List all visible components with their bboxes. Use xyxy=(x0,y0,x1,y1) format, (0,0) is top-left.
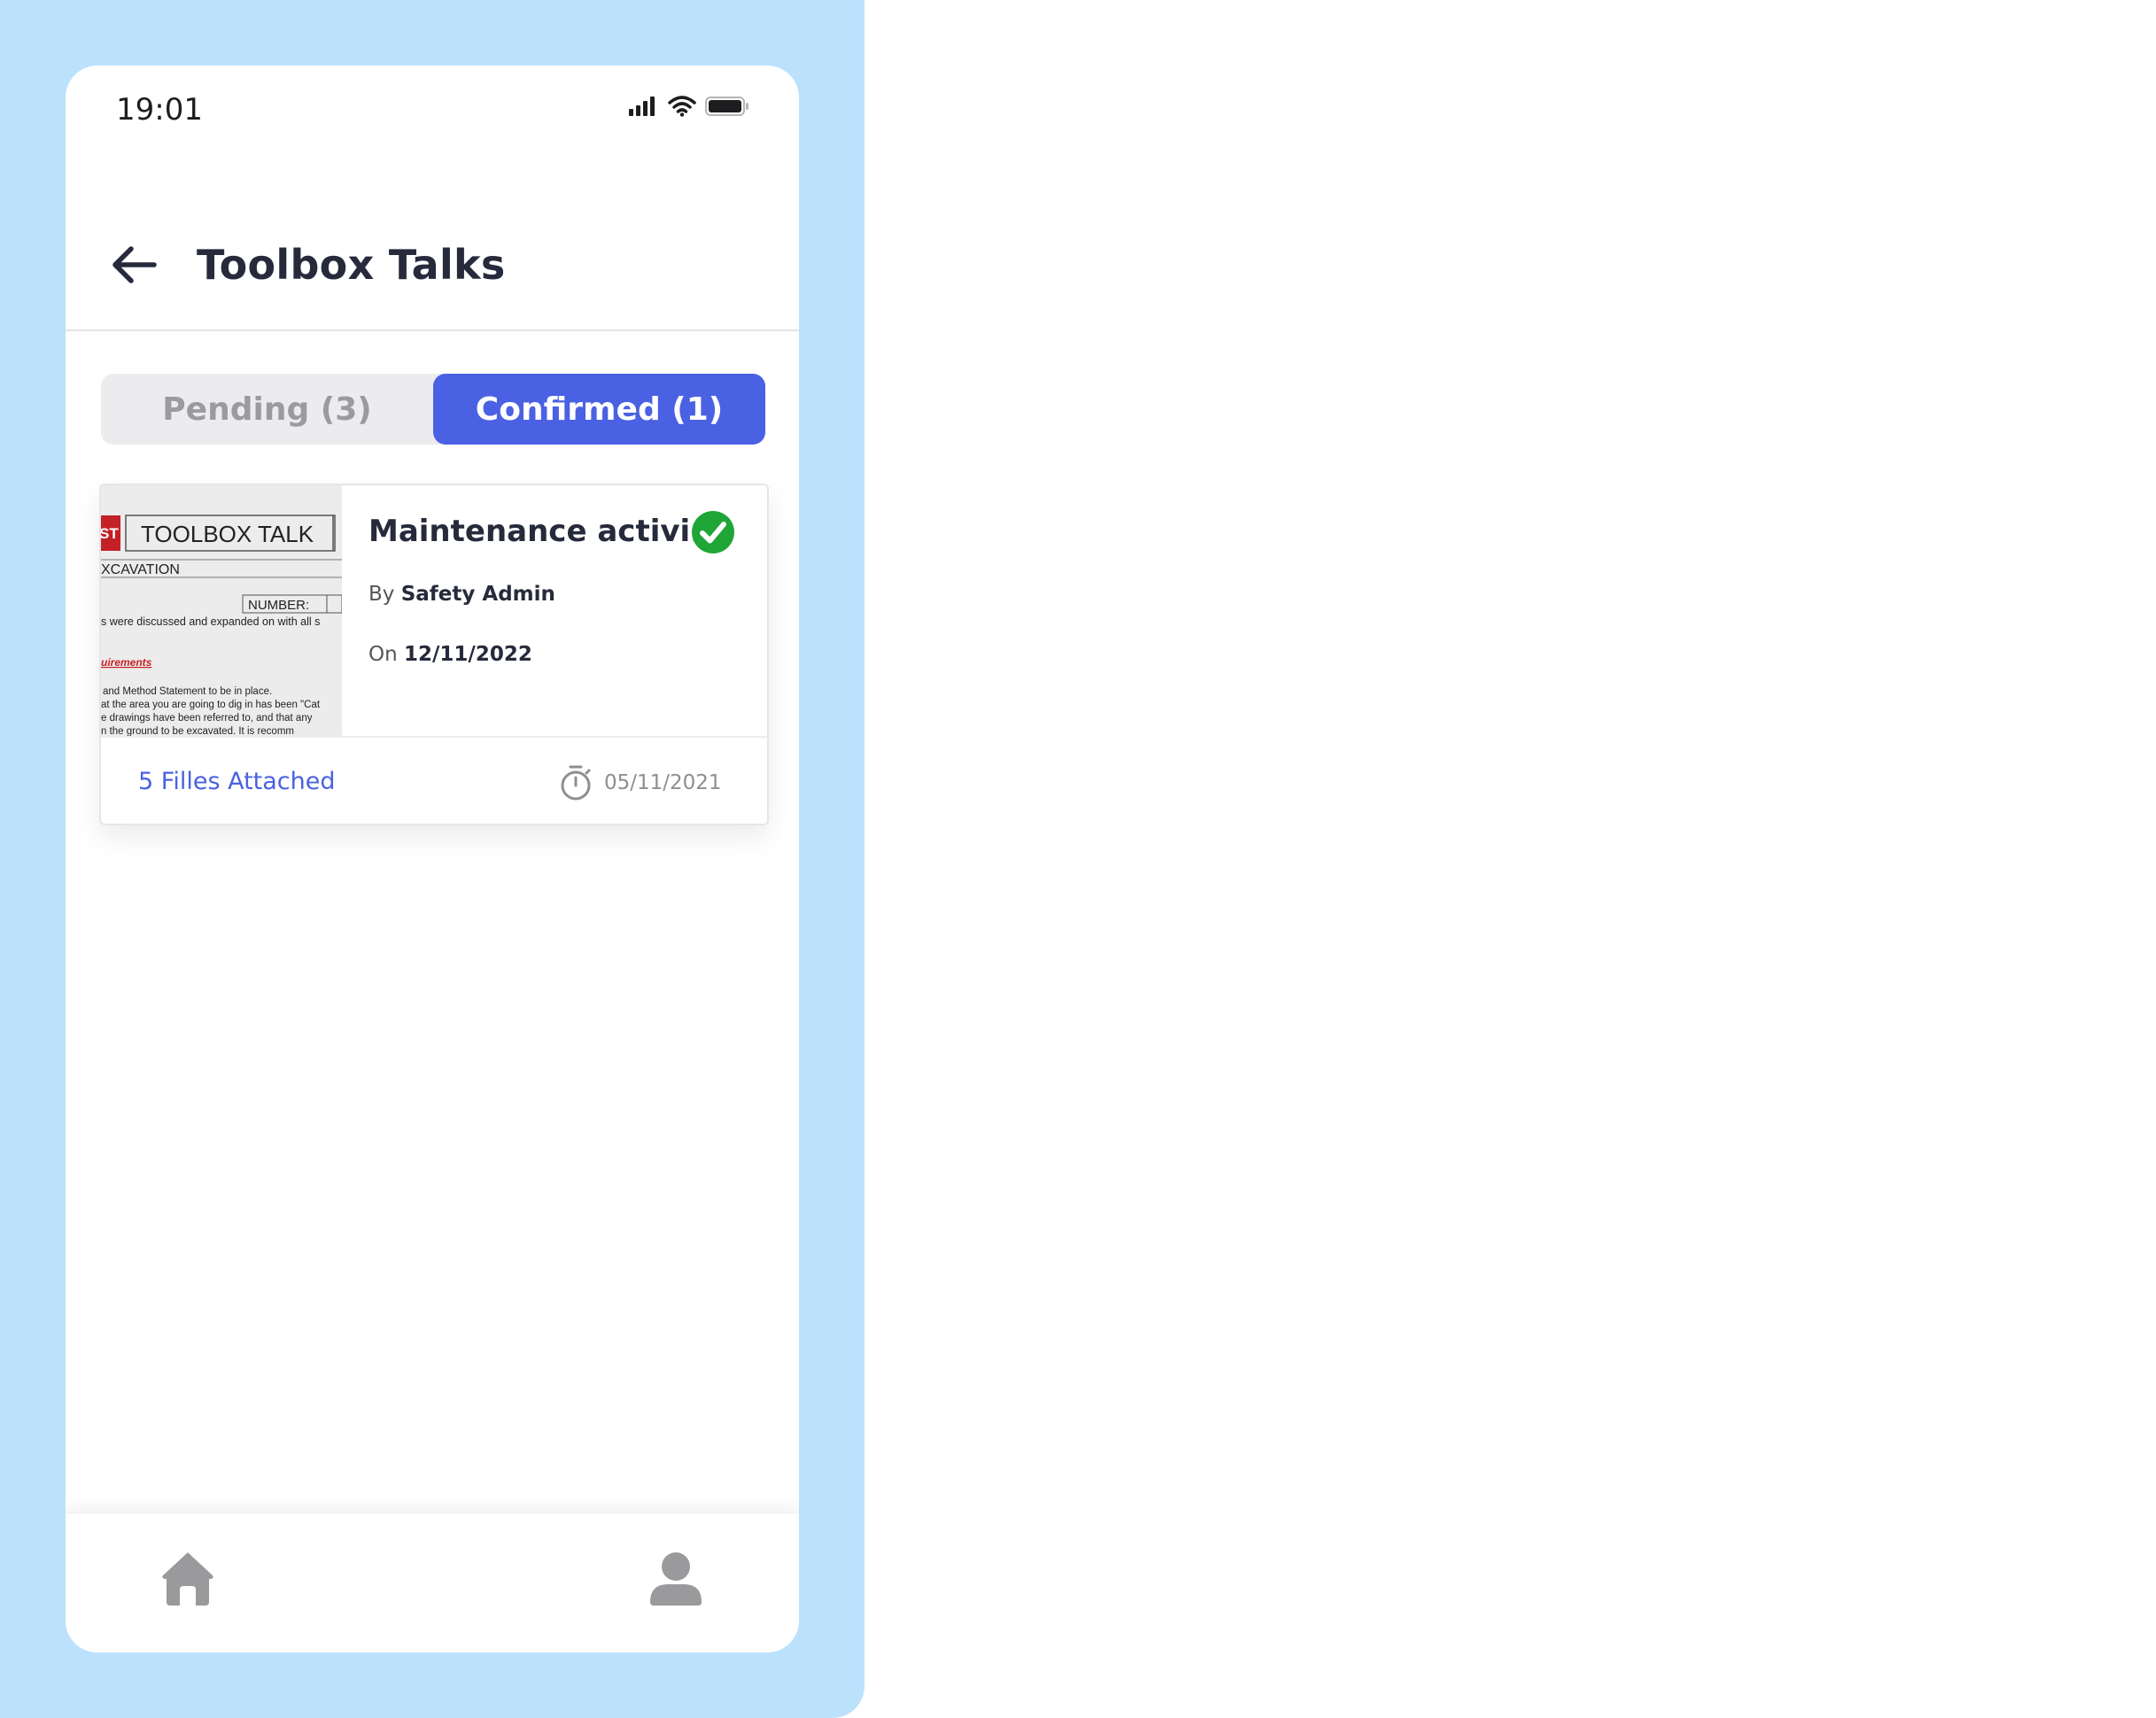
talk-date: 12/11/2022 xyxy=(404,643,532,666)
by-label: By xyxy=(368,583,395,606)
thumb-line-1: s were discussed and expanded on with al… xyxy=(101,615,320,628)
check-circle-icon xyxy=(692,511,734,553)
document-thumbnail: ST TOOLBOX TALK XCAVATION NUMBER: s were… xyxy=(101,485,342,736)
thumb-heading: TOOLBOX TALK xyxy=(141,521,314,547)
thumb-line-2: and Method Statement to be in place. xyxy=(103,686,272,697)
device-background: 19:01 Toolbox Talks Pending (3) Confirme… xyxy=(0,0,865,1718)
status-bar: 19:01 xyxy=(66,66,799,163)
on-label: On xyxy=(368,643,398,666)
main-content: Pending (3) Confirmed (1) ST TOOLBOX TAL… xyxy=(66,331,799,1571)
arrow-left-icon[interactable] xyxy=(108,243,161,287)
bottom-nav xyxy=(66,1513,799,1652)
stopwatch-icon xyxy=(561,765,591,801)
thumb-line-3: at the area you are going to dig in has … xyxy=(101,700,321,710)
thumb-line-4: e drawings have been referred to, and th… xyxy=(101,713,313,724)
tab-pending[interactable]: Pending (3) xyxy=(101,374,433,445)
thumb-line-5: n the ground to be excavated. It is reco… xyxy=(101,726,294,736)
wifi-icon xyxy=(668,96,696,117)
phone-screen: 19:01 Toolbox Talks Pending (3) Confirme… xyxy=(66,66,799,1652)
tab-confirmed[interactable]: Confirmed (1) xyxy=(433,374,765,445)
profile-icon[interactable] xyxy=(647,1549,705,1607)
author-line: By Safety Admin xyxy=(368,583,555,606)
card-footer: 5 Filles Attached 05/11/2021 xyxy=(101,736,767,824)
card-body: Maintenance activi... By Safety Admin On… xyxy=(342,485,767,736)
thumb-badge: ST xyxy=(101,525,119,542)
document-preview: ST TOOLBOX TALK XCAVATION NUMBER: s were… xyxy=(101,485,342,736)
talk-title: Maintenance activi... xyxy=(368,514,725,549)
thumb-number-label: NUMBER: xyxy=(248,598,309,613)
due-date: 05/11/2021 xyxy=(604,771,722,794)
thumb-section: uirements xyxy=(101,656,152,669)
date-line: On 12/11/2022 xyxy=(368,643,532,666)
author-name: Safety Admin xyxy=(400,583,555,606)
thumb-subject: XCAVATION xyxy=(101,562,180,577)
status-tabs: Pending (3) Confirmed (1) xyxy=(101,374,765,445)
status-time: 19:01 xyxy=(116,92,203,128)
app-header: Toolbox Talks xyxy=(66,163,799,331)
home-icon[interactable] xyxy=(159,1549,216,1607)
files-attached-link[interactable]: 5 Filles Attached xyxy=(138,768,336,795)
signal-icon xyxy=(629,97,655,116)
battery-icon xyxy=(705,97,748,116)
talk-card[interactable]: ST TOOLBOX TALK XCAVATION NUMBER: s were… xyxy=(99,484,769,825)
status-icons xyxy=(629,96,749,117)
page-title: Toolbox Talks xyxy=(197,241,506,289)
